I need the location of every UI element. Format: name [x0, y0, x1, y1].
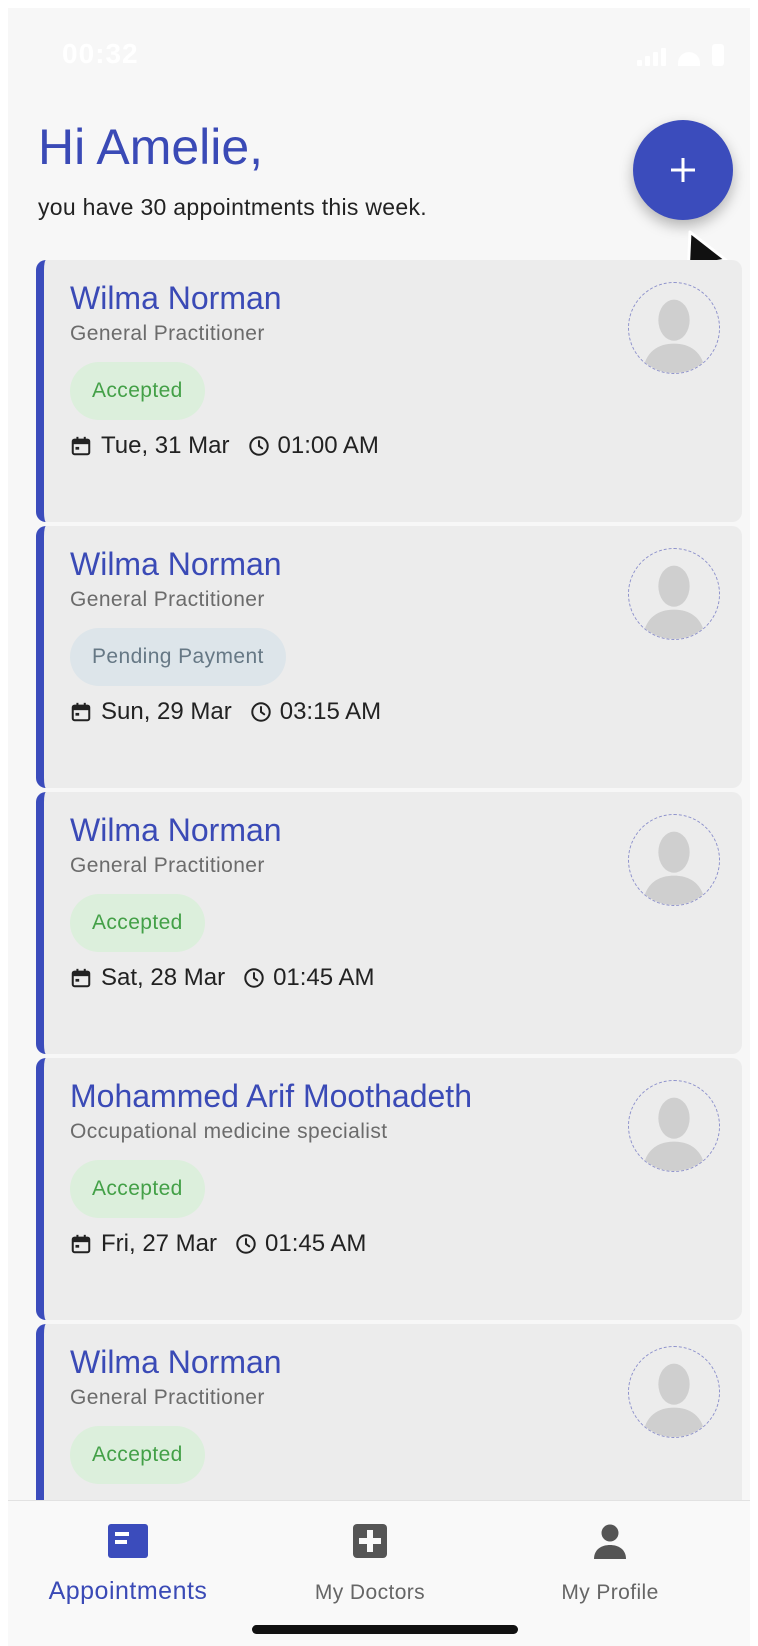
doctor-name: Mohammed Arif Moothadeth [70, 1078, 472, 1114]
calendar-icon [71, 1234, 91, 1254]
doctor-avatar [628, 814, 720, 906]
nav-label-my-profile: My Profile [561, 1581, 659, 1604]
status-icons [637, 44, 724, 66]
status-badge: Pending Payment [70, 628, 286, 686]
appointment-date: Sun, 29 Mar [101, 698, 232, 725]
appointment-datetime: Fri, 27 Mar 01:45 AM [70, 1230, 366, 1258]
nav-item-my-doctors[interactable]: My Doctors [270, 1515, 470, 1615]
appointment-date: Tue, 31 Mar [101, 432, 230, 459]
app-screen: 00:32 Hi Amelie, you have 30 appointment… [8, 8, 750, 1646]
appointment-card[interactable]: Wilma Norman General Practitioner Pendin… [36, 526, 742, 788]
appointment-card[interactable]: Wilma Norman General Practitioner Accept… [36, 792, 742, 1054]
doctor-avatar [628, 282, 720, 374]
person-placeholder-icon [642, 565, 706, 639]
appointment-card[interactable]: Mohammed Arif Moothadeth Occupational me… [36, 1058, 742, 1320]
status-badge: Accepted [70, 362, 205, 420]
person-placeholder-icon [642, 1097, 706, 1171]
status-badge: Accepted [70, 1426, 205, 1484]
appointments-summary: you have 30 appointments this week. [38, 194, 427, 220]
status-bar: 00:32 [8, 8, 750, 98]
person-placeholder-icon [642, 1363, 706, 1437]
appointments-list: Wilma Norman General Practitioner Accept… [36, 260, 742, 1500]
doctor-specialty: General Practitioner [70, 588, 265, 611]
appointment-time: 01:45 AM [273, 964, 375, 991]
appointment-time: 01:00 AM [277, 432, 379, 459]
nav-label-my-doctors: My Doctors [314, 1581, 426, 1604]
calendar-icon [71, 702, 91, 722]
doctor-avatar [628, 548, 720, 640]
doctor-name: Wilma Norman [70, 280, 282, 316]
clock-icon [248, 436, 269, 456]
doctor-specialty: General Practitioner [70, 854, 265, 877]
appointment-card[interactable]: Wilma Norman General Practitioner Accept… [36, 1324, 742, 1500]
calendar-icon [71, 968, 91, 988]
person-icon [594, 1524, 626, 1559]
person-placeholder-icon [642, 831, 706, 905]
status-badge: Accepted [70, 894, 205, 952]
nav-item-appointments[interactable]: Appointments [28, 1515, 228, 1615]
appointment-datetime: Sun, 29 Mar 03:15 AM [70, 698, 381, 726]
appointment-datetime: Sat, 28 Mar 01:45 AM [70, 964, 374, 992]
doctor-avatar [628, 1346, 720, 1438]
clock-icon [251, 702, 271, 722]
plus-icon [671, 158, 695, 182]
nav-label-appointments: Appointments [48, 1577, 208, 1605]
battery-icon [712, 44, 724, 66]
appointments-icon [108, 1524, 148, 1558]
doctor-avatar [628, 1080, 720, 1172]
status-badge: Accepted [70, 1160, 205, 1218]
doctor-specialty: Occupational medicine specialist [70, 1120, 388, 1143]
status-time: 00:32 [62, 38, 139, 69]
clock-icon [244, 968, 264, 988]
appointment-datetime: Tue, 31 Mar 01:00 AM [70, 432, 379, 460]
add-appointment-button[interactable] [633, 120, 733, 220]
wifi-icon [678, 52, 700, 66]
medical-cross-icon [353, 1524, 387, 1558]
nav-item-my-profile[interactable]: My Profile [510, 1515, 710, 1615]
doctor-name: Wilma Norman [70, 1344, 282, 1380]
clock-icon [236, 1234, 256, 1254]
signal-icon [637, 48, 666, 66]
calendar-icon [71, 436, 91, 456]
home-indicator [252, 1625, 518, 1634]
appointment-date: Sat, 28 Mar [101, 964, 226, 991]
appointment-card[interactable]: Wilma Norman General Practitioner Accept… [36, 260, 742, 522]
appointment-time: 03:15 AM [279, 698, 382, 725]
doctor-specialty: General Practitioner [70, 322, 265, 345]
doctor-name: Wilma Norman [70, 546, 282, 582]
doctor-specialty: General Practitioner [70, 1386, 265, 1409]
greeting-title: Hi Amelie, [38, 119, 264, 175]
appointment-time: 01:45 AM [265, 1230, 367, 1257]
appointment-date: Fri, 27 Mar [101, 1230, 218, 1257]
doctor-name: Wilma Norman [70, 812, 282, 848]
person-placeholder-icon [642, 299, 706, 373]
